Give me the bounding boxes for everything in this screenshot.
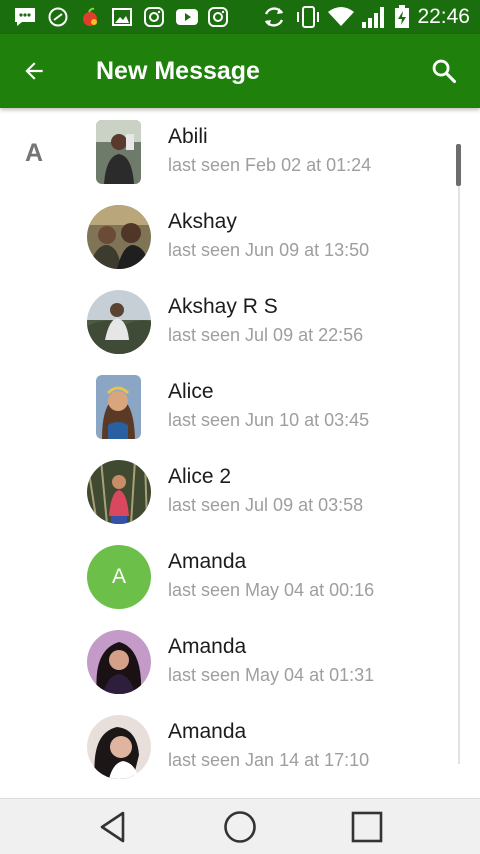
- last-seen: last seen Jan 14 at 17:10: [168, 750, 370, 770]
- sync-icon: [260, 5, 288, 29]
- contact-name: Amanda: [168, 720, 247, 743]
- nav-recents-button[interactable]: [347, 807, 387, 847]
- avatar: [87, 630, 151, 694]
- avatar: [87, 715, 151, 779]
- contact-item[interactable]: A Amanda last seen May 04 at 00:16: [0, 533, 452, 618]
- avatar: [87, 205, 151, 269]
- scrollbar-thumb[interactable]: [456, 144, 461, 186]
- vibrate-icon: [294, 5, 322, 29]
- whatsapp-icon: [46, 5, 70, 29]
- nav-back-icon: [100, 811, 125, 843]
- page-title: New Message: [96, 57, 260, 85]
- avatar: [87, 290, 151, 354]
- clock: 22:46: [417, 5, 470, 28]
- avatar: [87, 460, 151, 524]
- nav-recents-icon: [351, 811, 383, 843]
- search-button[interactable]: [424, 51, 464, 91]
- instagram-icon: [206, 5, 230, 29]
- status-bar: 22:46: [0, 0, 480, 34]
- contact-name: Amanda: [168, 635, 247, 658]
- youtube-icon: [174, 5, 200, 29]
- last-seen: last seen Jul 09 at 03:58: [168, 495, 364, 515]
- contact-item[interactable]: Abili last seen Feb 02 at 01:24: [0, 108, 452, 193]
- avatar: [96, 120, 141, 184]
- navigation-bar: [0, 798, 480, 854]
- contact-name: Abili: [168, 125, 208, 148]
- contact-item[interactable]: Akshay last seen Jun 09 at 13:50: [0, 193, 452, 278]
- messenger-icon: [12, 5, 38, 29]
- arrow-back-icon: [25, 62, 43, 80]
- nav-home-button[interactable]: [220, 807, 260, 847]
- contact-name: Amanda: [168, 550, 247, 573]
- contact-item[interactable]: Alice 2 last seen Jul 09 at 03:58: [0, 448, 452, 533]
- contact-item[interactable]: Amanda last seen Jan 14 at 17:10: [0, 703, 452, 788]
- contact-name: Akshay: [168, 210, 237, 233]
- scrollbar-track[interactable]: [458, 144, 460, 764]
- nav-back-button[interactable]: [93, 807, 133, 847]
- nav-home-icon: [224, 811, 256, 843]
- instagram-icon: [142, 5, 166, 29]
- avatar-initial: A: [111, 565, 126, 588]
- contact-item[interactable]: Amanda last seen May 04 at 01:31: [0, 618, 452, 703]
- avatar: [96, 375, 141, 439]
- fruit-app-icon: [78, 5, 102, 29]
- last-seen: last seen Jun 10 at 03:45: [168, 410, 370, 430]
- battery-charging-icon: [392, 5, 412, 29]
- back-button[interactable]: [14, 51, 54, 91]
- contact-name: Alice: [168, 380, 214, 403]
- last-seen: last seen May 04 at 01:31: [168, 665, 375, 685]
- last-seen: last seen Jul 09 at 22:56: [168, 325, 364, 345]
- contact-item[interactable]: Akshay R S last seen Jul 09 at 22:56: [0, 278, 452, 363]
- wifi-icon: [326, 5, 356, 29]
- contact-name: Akshay R S: [168, 295, 278, 318]
- contact-item[interactable]: Alice last seen Jun 10 at 03:45: [0, 363, 452, 448]
- contact-list[interactable]: A Abili last seen Feb 02 at 01:24 Akshay…: [0, 108, 480, 798]
- gallery-icon: [110, 5, 134, 29]
- search-icon: [432, 59, 457, 84]
- signal-icon: [360, 5, 388, 29]
- last-seen: last seen Jun 09 at 13:50: [168, 240, 370, 260]
- last-seen: last seen May 04 at 00:16: [168, 580, 375, 600]
- last-seen: last seen Feb 02 at 01:24: [168, 155, 372, 175]
- contact-name: Alice 2: [168, 465, 232, 488]
- letter-avatar: A: [87, 545, 151, 609]
- app-bar: New Message: [0, 34, 480, 108]
